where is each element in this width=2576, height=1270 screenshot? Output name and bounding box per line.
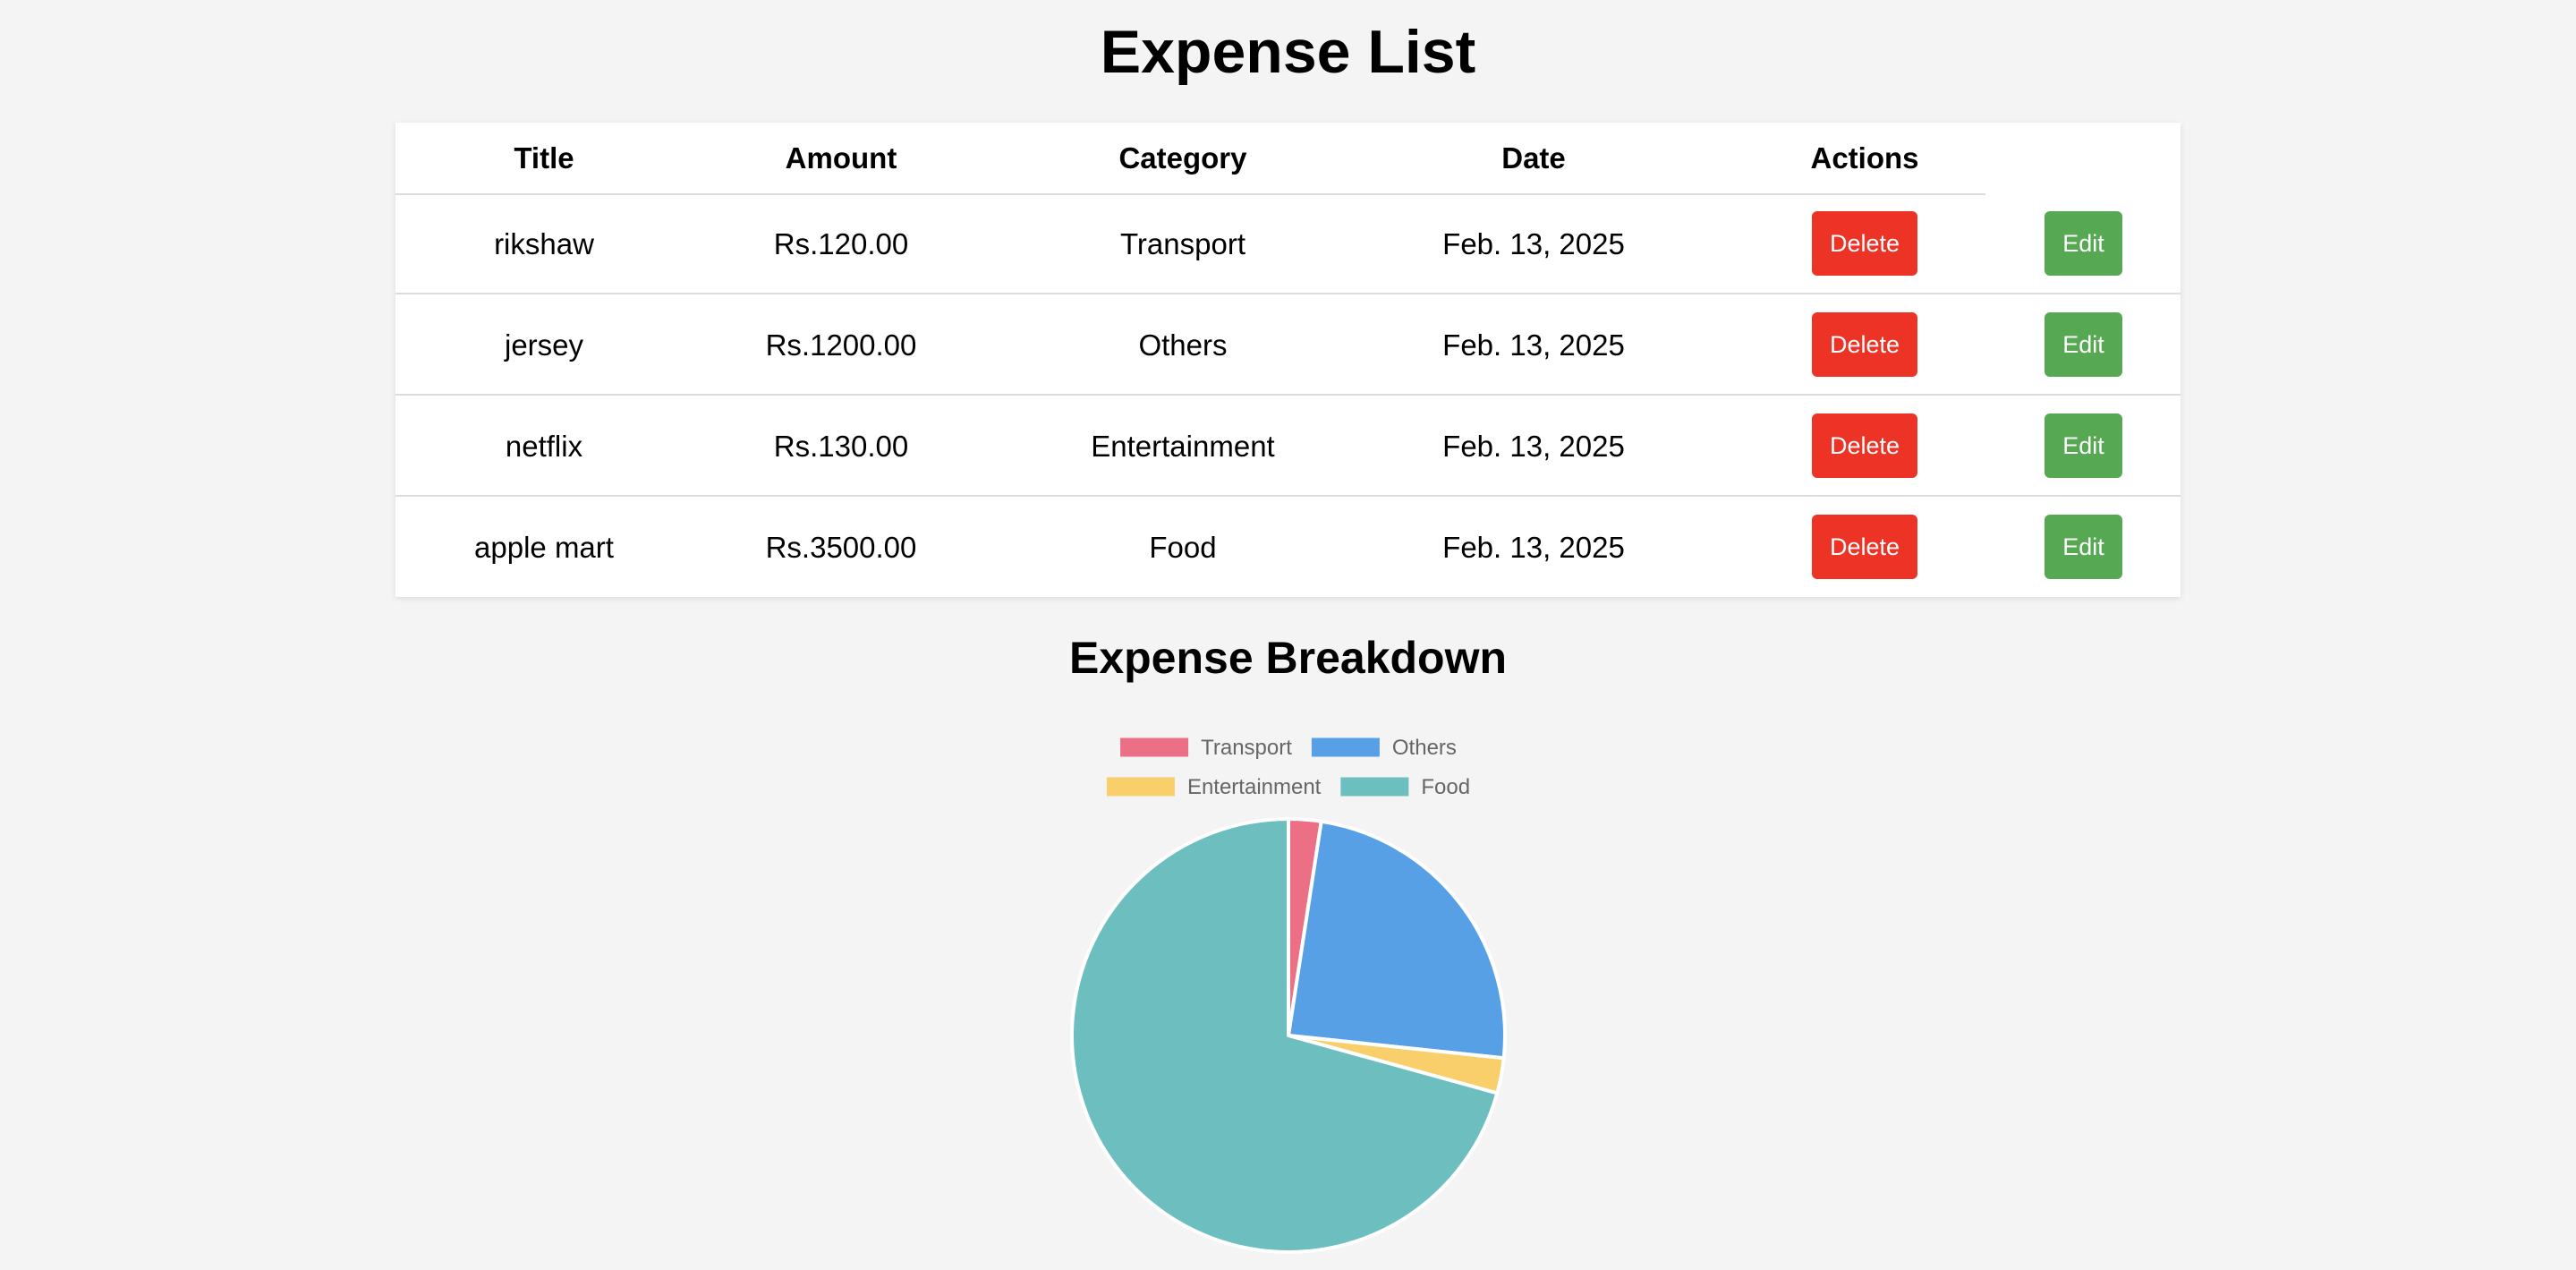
legend-label-transport[interactable]: Transport xyxy=(1201,736,1292,760)
legend-swatch-others[interactable] xyxy=(1311,737,1380,757)
legend-swatch-transport[interactable] xyxy=(1120,737,1189,757)
legend-label-others[interactable]: Others xyxy=(1392,736,1457,760)
legend-swatch-entertainment[interactable] xyxy=(1106,777,1175,797)
expense-pie-chart: Transport Others Entertainment Food xyxy=(1070,736,1507,1254)
legend-swatch-food[interactable] xyxy=(1340,777,1409,797)
legend-label-food[interactable]: Food xyxy=(1421,775,1470,799)
pie-slice-others[interactable] xyxy=(1287,819,1507,1061)
legend-label-entertainment[interactable]: Entertainment xyxy=(1187,775,1322,799)
